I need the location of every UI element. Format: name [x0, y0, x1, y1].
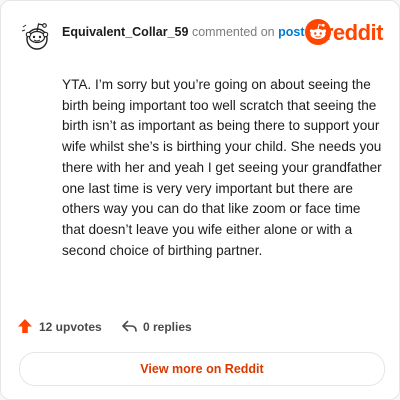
comment-byline: Equivalent_Collar_59 commented on post	[62, 25, 305, 39]
reply-arrow-icon	[122, 320, 137, 332]
view-more-button[interactable]: View more on Reddit	[19, 352, 385, 386]
replies-label: 0 replies	[143, 320, 192, 334]
comment-body: YTA. I’m sorry but you’re going on about…	[62, 77, 382, 258]
comment-card: Equivalent_Collar_59 commented on post r…	[0, 0, 400, 400]
upvotes-label: 12 upvotes	[39, 320, 102, 334]
snoo-avatar-icon[interactable]	[17, 15, 57, 55]
action-text: commented on	[191, 25, 275, 39]
post-link[interactable]: post	[278, 25, 304, 39]
comment-header: Equivalent_Collar_59 commented on post r…	[17, 15, 384, 55]
username-link[interactable]: Equivalent_Collar_59	[62, 25, 188, 39]
upvote-arrow-icon	[18, 319, 32, 333]
reddit-wordmark: reddit	[324, 20, 384, 45]
reddit-brand[interactable]: reddit	[303, 19, 384, 47]
